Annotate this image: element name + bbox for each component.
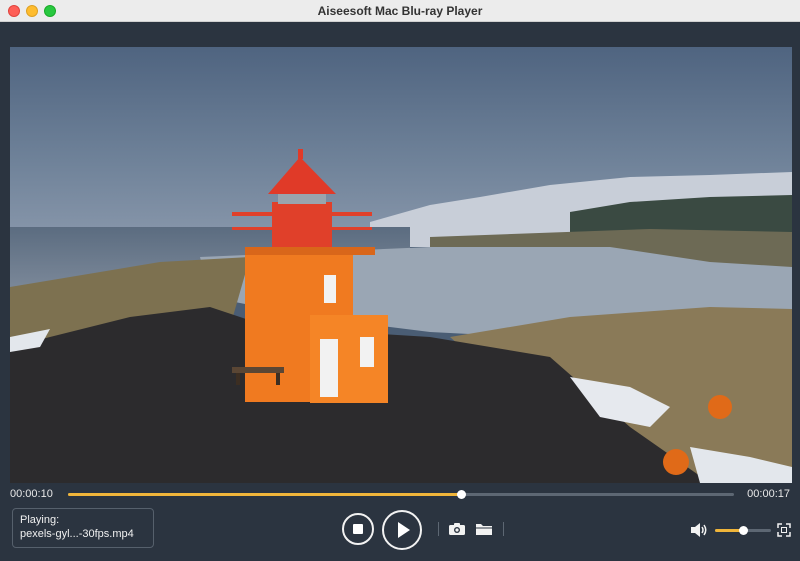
stop-button[interactable] <box>342 513 374 545</box>
open-file-button[interactable] <box>474 520 494 538</box>
volume-slider[interactable] <box>715 526 771 535</box>
folder-icon <box>476 524 492 535</box>
video-frame <box>10 47 792 483</box>
fullscreen-icon <box>777 523 791 537</box>
current-time: 00:00:10 <box>10 488 53 500</box>
player-window: Aiseesoft Mac Blu-ray Player 00:00:10 00… <box>0 0 800 561</box>
volume-handle[interactable] <box>739 526 748 535</box>
separator <box>503 522 504 536</box>
title-bar: Aiseesoft Mac Blu-ray Player <box>0 0 800 22</box>
video-display[interactable] <box>10 47 792 483</box>
now-playing-filename: pexels-gyl...-30fps.mp4 <box>20 528 134 540</box>
separator <box>438 522 439 536</box>
seek-bar[interactable] <box>68 490 734 499</box>
seek-progress <box>68 493 461 496</box>
now-playing-panel: Playing: pexels-gyl...-30fps.mp4 <box>12 508 154 548</box>
seek-handle[interactable] <box>456 490 466 499</box>
fullscreen-button[interactable] <box>776 522 792 538</box>
play-button[interactable] <box>382 510 422 550</box>
camera-icon <box>449 523 465 535</box>
snapshot-button[interactable] <box>447 520 467 538</box>
play-icon <box>398 522 410 538</box>
speaker-icon <box>691 523 707 537</box>
total-duration: 00:00:17 <box>747 488 790 500</box>
now-playing-label: Playing: <box>20 514 60 526</box>
stop-icon <box>353 524 363 534</box>
top-toolbar <box>0 22 800 46</box>
window-title: Aiseesoft Mac Blu-ray Player <box>317 4 483 18</box>
volume-button[interactable] <box>688 521 710 539</box>
